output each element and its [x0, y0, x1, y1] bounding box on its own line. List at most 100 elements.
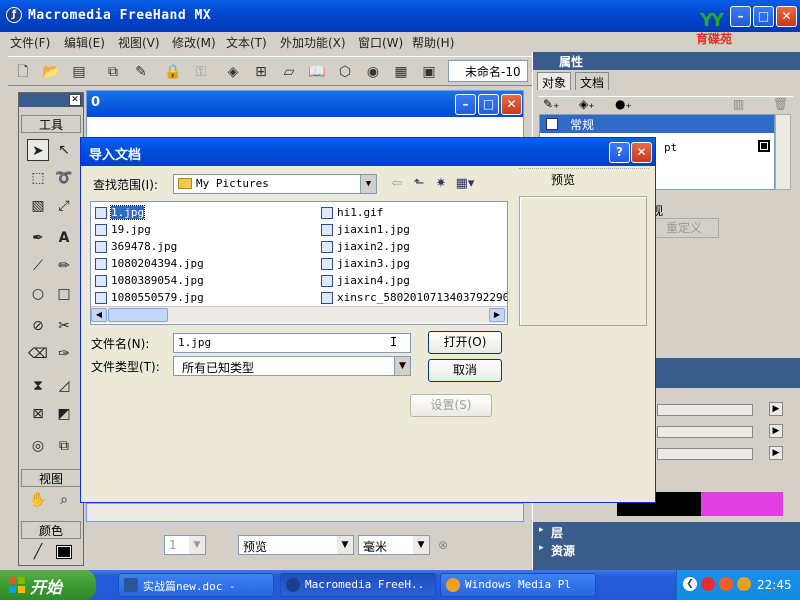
menu-modify[interactable]: 修改(M) — [172, 34, 216, 51]
align-icon[interactable]: ⊞ — [252, 63, 270, 81]
pencil-icon[interactable]: ✏ — [53, 255, 75, 277]
app-titlebar[interactable]: ƒ Macromedia FreeHand MX – □ ✕ — [0, 0, 800, 32]
duplicate-icon[interactable]: ▥ — [733, 97, 744, 111]
properties-scrollbar[interactable] — [775, 114, 791, 190]
task-word-doc[interactable]: 实战篇new.doc - — [118, 573, 274, 597]
color-swatch-pink[interactable] — [701, 492, 783, 516]
effect-add-icon[interactable]: ●₊ — [615, 97, 632, 111]
tab-document[interactable]: 文档 — [575, 72, 610, 90]
subselect-icon[interactable]: ↖ — [53, 139, 75, 161]
layers-icon[interactable]: ▣ — [420, 63, 438, 81]
chevron-down-icon[interactable]: ▼ — [360, 175, 376, 193]
envelope-icon[interactable]: ◿ — [53, 375, 75, 397]
document-hscroll[interactable] — [87, 503, 523, 521]
slider-1[interactable] — [657, 404, 753, 416]
chevron-down-icon[interactable]: ▼ — [394, 357, 410, 375]
hand-icon[interactable]: ✋ — [27, 489, 49, 511]
transform-icon[interactable]: ▱ — [280, 63, 298, 81]
file-list-hscroll[interactable]: ◀ ▶ — [91, 306, 507, 323]
menu-text[interactable]: 文本(T) — [226, 34, 267, 51]
color-mixer-icon[interactable]: ◉ — [364, 63, 382, 81]
dialog-titlebar[interactable]: 导入文档 — [81, 138, 655, 166]
group-icon[interactable]: ◈ — [224, 63, 242, 81]
palette-close-icon[interactable]: ✕ — [69, 94, 81, 106]
task-freehand[interactable]: Macromedia FreeH.. — [280, 573, 436, 597]
eraser-icon[interactable]: ⌫ — [27, 343, 49, 365]
pointer-icon[interactable]: ➤ — [27, 139, 49, 161]
save-icon[interactable]: ▤ — [70, 63, 88, 81]
file-item[interactable]: jiaxin4.jpg — [321, 274, 410, 289]
back-arrow-icon[interactable]: ⇦ — [387, 175, 407, 193]
open-folder-icon[interactable]: 📂 — [42, 63, 60, 81]
menu-view[interactable]: 视图(V) — [118, 34, 160, 51]
import-icon[interactable]: ⧉ — [104, 63, 122, 81]
lookin-combo[interactable]: My Pictures ▼ — [173, 174, 377, 194]
assets-panel-header[interactable]: 资源 — [551, 542, 575, 559]
trash-icon[interactable]: 🗑 — [773, 97, 788, 111]
open-button[interactable]: 打开(O) — [428, 331, 502, 354]
cancel-button[interactable]: 取消 — [428, 359, 502, 382]
up-folder-icon[interactable]: ⬑ — [409, 175, 429, 193]
props-row-normal[interactable]: 常规 — [540, 115, 774, 133]
file-item[interactable]: 1.jpg — [95, 205, 146, 221]
fill-add-icon[interactable]: ◈₊ — [579, 97, 595, 111]
doc-minimize-icon[interactable]: – — [455, 94, 476, 115]
document-combo[interactable]: 未命名-10 — [448, 60, 528, 82]
grid-icon[interactable]: ▦ — [392, 63, 410, 81]
ellipse-icon[interactable]: ○ — [27, 283, 49, 305]
file-item[interactable]: jiaxin2.jpg — [321, 240, 410, 255]
file-item[interactable]: 19.jpg — [95, 223, 151, 238]
knife-icon[interactable]: ✂ — [53, 315, 75, 337]
view-menu-icon[interactable]: ▦▾ — [455, 175, 475, 193]
stroke-color-icon[interactable]: ╱ — [27, 541, 49, 563]
brush-icon[interactable]: ✑ — [53, 343, 75, 365]
menu-edit[interactable]: 编辑(E) — [64, 34, 105, 51]
file-item[interactable]: jiaxin3.jpg — [321, 257, 410, 272]
layers-panel-header[interactable]: 层 — [551, 524, 563, 541]
doc-maximize-icon[interactable]: □ — [478, 94, 499, 115]
file-item[interactable]: 369478.jpg — [95, 240, 177, 255]
slider-1-arrow-icon[interactable]: ▶ — [769, 402, 783, 416]
chart-icon[interactable]: ⧉ — [53, 435, 75, 457]
new-folder-icon[interactable]: ✷ — [431, 175, 451, 193]
filetype-combo[interactable]: 所有已知类型 ▼ — [173, 356, 411, 376]
scroll-thumb[interactable] — [108, 308, 168, 322]
rectangle-icon[interactable]: □ — [53, 283, 75, 305]
expand-assets-icon[interactable]: ▸ — [539, 543, 544, 553]
menu-xtras[interactable]: 外加功能(X) — [280, 34, 346, 51]
perspective-icon[interactable]: ⊠ — [27, 403, 49, 425]
dialog-close-icon[interactable]: ✕ — [631, 142, 652, 163]
fill-color-icon[interactable] — [53, 541, 75, 563]
unlock-icon[interactable]: ⚿ — [192, 63, 210, 81]
scroll-right-icon[interactable]: ▶ — [489, 308, 505, 322]
line-icon[interactable]: ⟋ — [27, 255, 49, 277]
eyedropper-icon[interactable]: ⤢ — [53, 195, 75, 217]
page-tool-icon[interactable]: ⬚ — [27, 167, 49, 189]
library-icon[interactable]: 📖 — [308, 63, 326, 81]
slider-3[interactable] — [657, 448, 753, 460]
file-item[interactable]: 1080550579.jpg — [95, 291, 204, 306]
zoom-icon[interactable]: ⌕ — [53, 489, 75, 511]
tray-expand-icon[interactable]: ❮ — [683, 577, 697, 591]
page-combo[interactable]: 1 ▼ — [164, 535, 206, 555]
help-icon[interactable]: ? — [609, 142, 630, 163]
stroke-add-icon[interactable]: ✎₊ — [543, 97, 559, 111]
row-checkbox[interactable] — [546, 118, 558, 130]
scroll-left-icon[interactable]: ◀ — [91, 308, 107, 322]
new-file-icon[interactable]: 🗋 — [14, 63, 32, 81]
units-combo[interactable]: 毫米 ▼ — [358, 535, 430, 555]
maximize-icon[interactable]: □ — [753, 6, 774, 27]
file-item[interactable]: jiaxin1.jpg — [321, 223, 410, 238]
doc-close-icon[interactable]: ✕ — [501, 94, 522, 115]
lasso-icon[interactable]: ➰ — [53, 167, 75, 189]
menu-file[interactable]: 文件(F) — [10, 34, 50, 51]
file-item[interactable]: 1080389054.jpg — [95, 274, 204, 289]
settings-button[interactable]: 设置(S) — [410, 394, 492, 417]
start-button[interactable]: 开始 — [0, 570, 96, 600]
properties-header[interactable]: 属性 — [533, 52, 800, 70]
menu-window[interactable]: 窗口(W) — [358, 34, 403, 51]
slider-2[interactable] — [657, 426, 753, 438]
tray-security-icon[interactable] — [719, 577, 733, 591]
filename-input[interactable]: 1.jpg I — [173, 333, 411, 353]
stop-icon[interactable]: ⊗ — [438, 538, 448, 552]
